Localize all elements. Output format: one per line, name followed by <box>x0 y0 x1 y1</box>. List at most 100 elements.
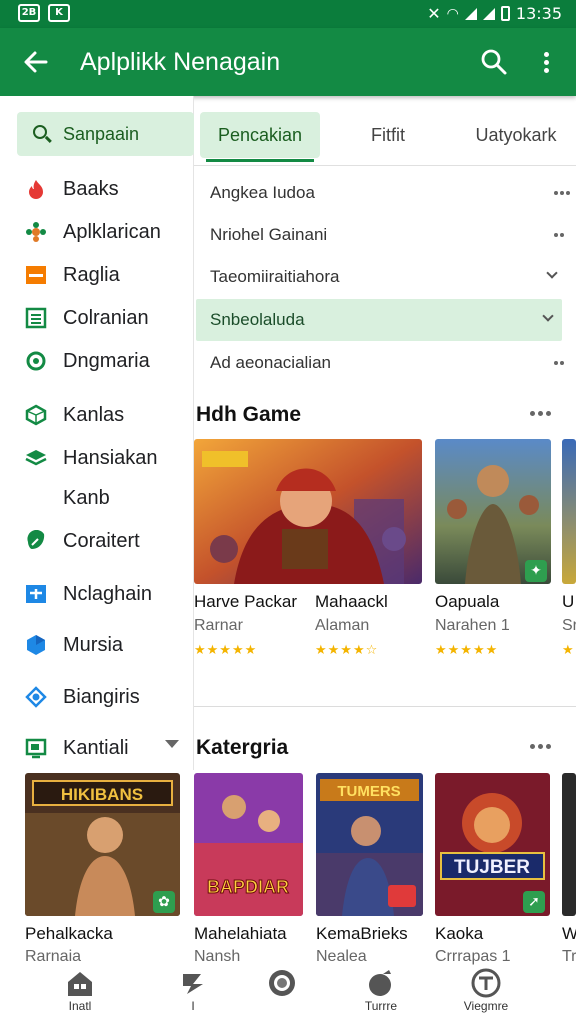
section-divider <box>194 706 576 707</box>
game-card[interactable]: TUJBER ➚ Kaoka Crrrapas 1 <box>435 773 550 966</box>
game-thumbnail: BAPDIAR <box>194 773 303 916</box>
rating-stars: ★★★★☆ <box>315 643 379 658</box>
sidebar-item-mursia[interactable]: Mursia <box>0 625 194 665</box>
sidebar-item-label: Dngmaria <box>63 350 150 372</box>
tab-fitfit[interactable]: Fitfit <box>328 112 448 158</box>
sidebar-item-label: Colranian <box>63 307 149 329</box>
filter-label: Nriohel Gainani <box>210 225 328 244</box>
sidebar-item-kantiali[interactable]: Kantiali <box>0 728 194 768</box>
sidebar-search-button[interactable]: Sanpaain <box>17 112 194 156</box>
game-title: Kaoka <box>435 924 484 943</box>
more-horiz-icon[interactable] <box>554 191 558 195</box>
install-badge-icon: ✿ <box>153 891 175 913</box>
more-options-button[interactable] <box>532 46 560 78</box>
filter-row[interactable]: Taeomiiraitiahora <box>194 256 566 298</box>
game-art-text: BAPDIAR <box>207 877 289 897</box>
game-title: KemaBrieks <box>316 924 408 943</box>
back-button[interactable] <box>20 46 52 78</box>
leaf-icon <box>27 530 45 549</box>
rating-stars: ★★★★★ <box>194 643 258 658</box>
nav-label: Turrre <box>364 999 398 1013</box>
wifi-icon: ◠ <box>446 5 459 22</box>
circle-refresh-icon <box>26 351 46 371</box>
profile-icon <box>471 968 501 998</box>
nav-viegmre[interactable]: Viegmre <box>446 966 526 1024</box>
filter-label: Angkea Iudoa <box>210 183 315 202</box>
filter-label: Ad aeonacialian <box>210 353 331 372</box>
game-card[interactable]: Mahaackl Alaman ★★★★☆ <box>315 439 422 664</box>
rating-stars: ★★★★★ <box>435 643 499 658</box>
nav-turrre[interactable]: Turrre <box>341 966 421 1024</box>
sidebar-item-kanb[interactable]: Kanb <box>0 478 194 518</box>
filter-row-selected[interactable]: Snbeolaluda <box>196 299 562 341</box>
notification-icon-2: K <box>48 4 70 22</box>
game-card[interactable]: U Sr ★ <box>562 439 576 664</box>
search-icon <box>481 49 507 75</box>
install-badge-icon: ➚ <box>523 891 545 913</box>
sidebar-item-dngmaria[interactable]: Dngmaria <box>0 341 194 381</box>
game-card[interactable]: ✦ Oapuala Narahen 1 ★★★★★ <box>435 439 551 664</box>
filter-label: Snbeolaluda <box>210 310 305 329</box>
tab-uatyokark[interactable]: Uatyokark <box>456 112 576 158</box>
game-art-text: TUJBER <box>454 857 530 878</box>
game-subtitle: Rarnaia <box>25 948 82 965</box>
game-card[interactable]: TUMERS KemaBrieks Nealea <box>316 773 423 966</box>
sidebar-item-label: Nclaghain <box>63 583 152 605</box>
battery-icon <box>500 6 510 21</box>
sidebar-item-label: Kanlas <box>63 404 125 426</box>
tab-pencakian[interactable]: Pencakian <box>200 112 320 162</box>
mute-icon: ✕ <box>427 4 441 23</box>
game-title: Oapuala <box>435 592 500 611</box>
section-more-button[interactable] <box>530 411 554 417</box>
chevron-down-icon[interactable] <box>542 310 554 322</box>
sidebar-item-biangiris[interactable]: Biangiris <box>0 677 194 717</box>
sidebar-item-label: Coraitert <box>63 530 140 552</box>
search-icon <box>33 125 47 139</box>
nav-label: Viegmre <box>463 999 509 1013</box>
section-title: Katergria <box>196 736 289 759</box>
record-icon <box>269 970 295 996</box>
sidebar-item-colranian[interactable]: Colranian <box>0 298 194 338</box>
sidebar-item-baaks[interactable]: Baaks <box>0 169 194 209</box>
arrow-left-icon <box>24 51 48 73</box>
nav-home[interactable]: Inatl <box>40 966 120 1024</box>
layers-icon <box>25 450 47 466</box>
section-more-button[interactable] <box>530 744 554 750</box>
sidebar-item-label: Baaks <box>63 178 119 200</box>
game-thumbnail: TUMERS <box>316 773 423 916</box>
sidebar-item-hansiakan[interactable]: Hansiakan <box>0 438 194 478</box>
game-card[interactable]: W Tr <box>562 773 576 966</box>
chevron-down-icon[interactable] <box>546 267 558 279</box>
more-horiz-icon[interactable] <box>554 233 558 237</box>
install-badge-icon: ✦ <box>525 560 547 582</box>
sidebar-item-label: Mursia <box>63 634 124 656</box>
game-title: Pehalkacka <box>25 924 113 943</box>
search-button[interactable] <box>478 46 510 78</box>
nav-label: Inatl <box>68 999 92 1013</box>
game-card[interactable]: HIKIBANS ✿ Pehalkacka Rarnaia <box>25 773 180 966</box>
page-title: Aplplikk Nenagain <box>80 48 281 76</box>
sidebar: Sanpaain Baaks Aplklarican Raglia Colran… <box>0 96 194 770</box>
sidebar-item-coraitert[interactable]: Coraitert <box>0 521 194 561</box>
fire-icon <box>29 180 43 199</box>
filter-row[interactable]: Angkea Iudoa <box>194 172 566 214</box>
game-subtitle: Rarnar <box>194 617 243 634</box>
app-screen: { "status_bar": {"left_icon_1": "2B", "l… <box>0 0 576 1024</box>
game-subtitle: Alaman <box>315 617 370 634</box>
game-title: Mahaackl <box>315 592 388 611</box>
nav-record[interactable] <box>242 966 322 1024</box>
sidebar-item-nclaghain[interactable]: Nclaghain <box>0 574 194 614</box>
filter-row[interactable]: Ad aeonacialian <box>194 342 566 384</box>
sidebar-item-label: Aplklarican <box>63 221 161 243</box>
nav-chat[interactable]: I <box>153 966 233 1024</box>
more-horiz-icon[interactable] <box>554 361 558 365</box>
clock: 13:35 <box>515 4 562 23</box>
sidebar-item-aplklarican[interactable]: Aplklarican <box>0 212 194 252</box>
minus-box-icon <box>26 266 46 284</box>
filter-row[interactable]: Nriohel Gainani <box>194 214 566 256</box>
home-icon <box>68 972 92 996</box>
game-card[interactable]: BAPDIAR Mahelahiata Nansh <box>194 773 303 966</box>
sidebar-item-kanlas[interactable]: Kanlas <box>0 395 194 435</box>
sidebar-item-raglia[interactable]: Raglia <box>0 255 194 295</box>
game-art-text: TUMERS <box>337 783 400 800</box>
